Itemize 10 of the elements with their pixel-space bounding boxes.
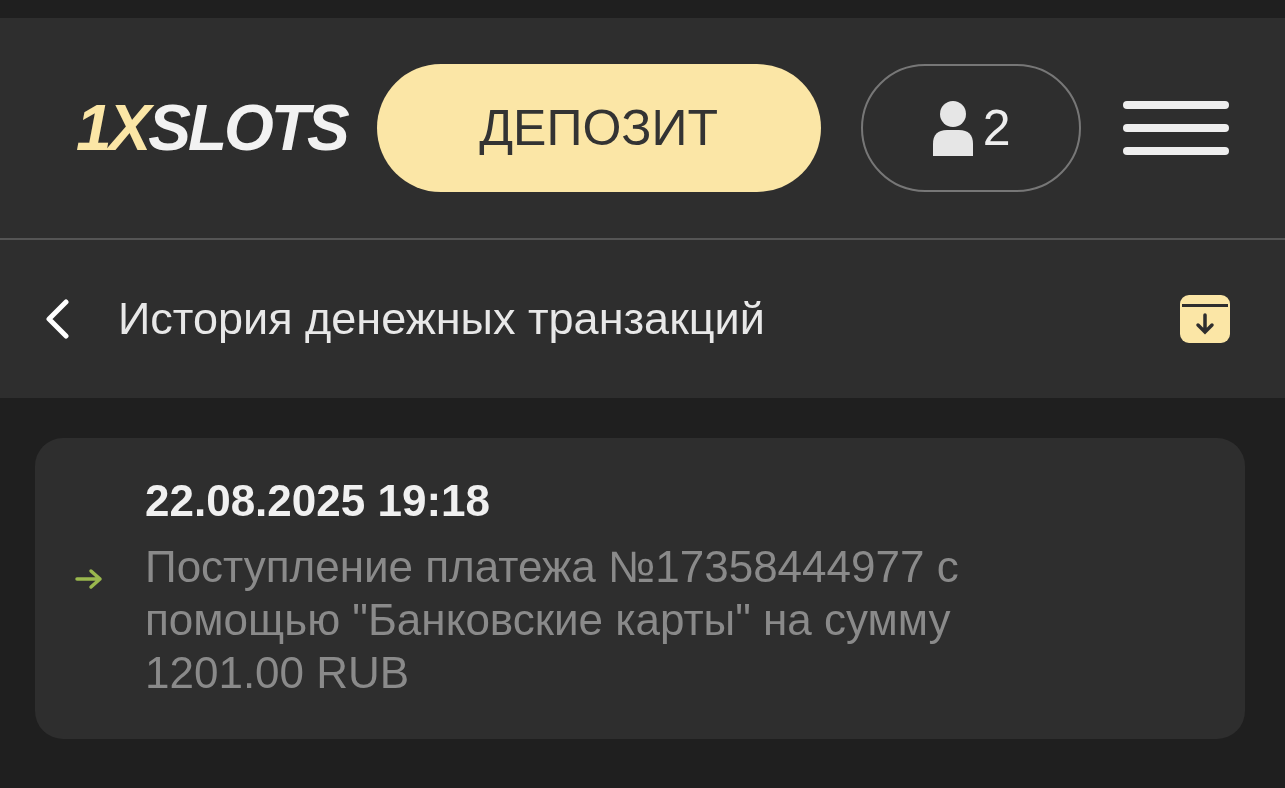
user-icon xyxy=(930,100,975,156)
deposit-button[interactable]: ДЕПОЗИТ xyxy=(376,64,821,192)
back-icon[interactable] xyxy=(44,299,70,339)
menu-icon[interactable] xyxy=(1122,101,1229,155)
logo[interactable]: 1XSLOTS xyxy=(76,91,347,165)
download-icon[interactable] xyxy=(1180,295,1230,343)
profile-button[interactable]: 2 xyxy=(860,64,1081,192)
transaction-date: 22.08.2025 19:18 xyxy=(145,476,491,526)
page-title: История денежных транзакций xyxy=(118,293,766,345)
transaction-description: Поступление платежа №17358444977 с помощью "Банковские карты" на сумму 1201.00 RUB xyxy=(145,541,960,699)
